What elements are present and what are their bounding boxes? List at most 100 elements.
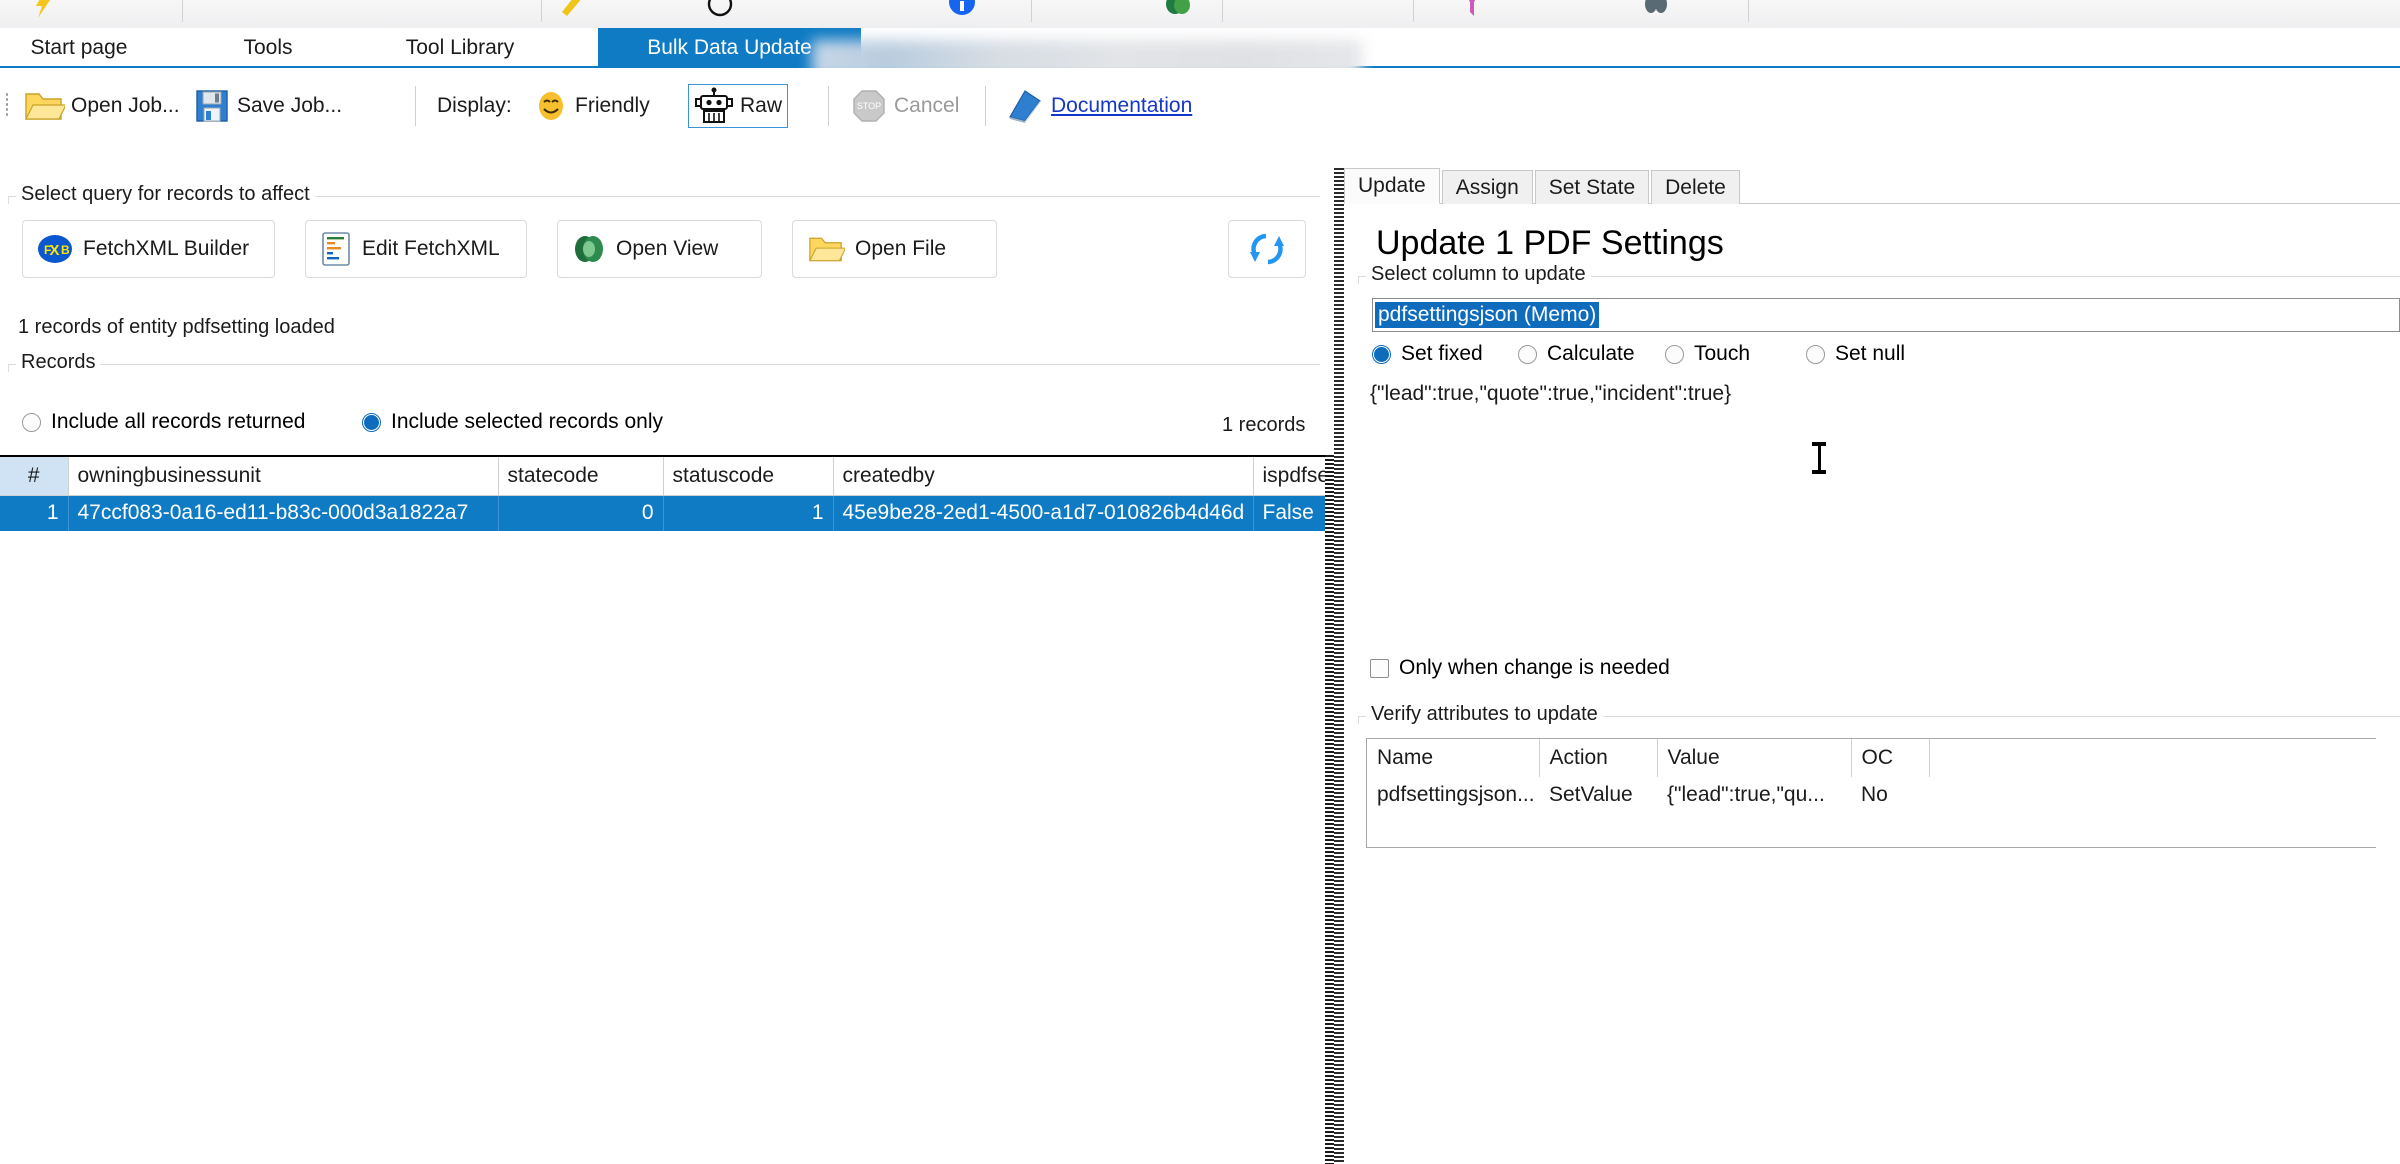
ribbon-separator — [1222, 0, 1223, 22]
clock-icon[interactable] — [700, 0, 740, 20]
grid-col-owningbusinessunit[interactable]: owningbusinessunit — [68, 457, 499, 496]
grid-col-statuscode[interactable]: statuscode — [663, 457, 834, 496]
green-blob-icon[interactable] — [1158, 0, 1198, 20]
grid-col-ispdfsetting[interactable]: ispdfse — [1253, 457, 1325, 496]
verify-col-name[interactable]: Name — [1367, 739, 1540, 777]
tab-tools[interactable]: Tools — [228, 28, 308, 68]
tab-assign[interactable]: Assign — [1441, 170, 1533, 204]
radio-indicator — [1665, 344, 1684, 364]
radio-indicator — [1372, 344, 1391, 364]
cell-createdby: 45e9be28-2ed1-4500-a1d7-010826b4d46d — [833, 495, 1254, 531]
only-when-change-checkbox[interactable]: Only when change is needed — [1370, 656, 1670, 680]
cell-ispdfsetting: False — [1253, 495, 1325, 531]
query-groupbox-edge — [8, 196, 9, 204]
mode-set-null-radio[interactable]: Set null — [1806, 342, 1905, 366]
smiley-icon — [539, 92, 563, 120]
verify-cell-oc: No — [1861, 783, 1888, 806]
records-grid[interactable]: # owningbusinessunit statecode statuscod… — [0, 455, 1325, 1164]
pink-funnel-icon[interactable] — [1452, 0, 1492, 20]
verify-col-action[interactable]: Action — [1539, 739, 1658, 777]
verify-groupbox-label: Verify attributes to update — [1366, 703, 1603, 726]
verify-attributes-table: Name Action Value OC pdfsettingsjson... … — [1367, 739, 2376, 813]
documentation-link[interactable]: Documentation — [1000, 82, 1197, 130]
tab-set-state[interactable]: Set State — [1534, 170, 1650, 204]
column-select-combobox[interactable]: pdfsettingsjson (Memo) — [1372, 298, 2400, 332]
records-count-label: 1 records — [1222, 414, 1306, 436]
include-all-records-radio[interactable]: Include all records returned — [22, 410, 305, 434]
open-view-button[interactable]: Open View — [557, 220, 762, 278]
documentation-label: Documentation — [1051, 94, 1193, 117]
edit-fetchxml-label: Edit FetchXML — [362, 237, 500, 260]
grid-col-createdby[interactable]: createdby — [833, 457, 1254, 496]
fetchxml-builder-button[interactable]: F X B FetchXML Builder — [22, 220, 275, 278]
refresh-button[interactable] — [1228, 220, 1306, 278]
friendly-button[interactable]: Friendly — [528, 82, 655, 130]
ribbon-separator — [541, 0, 542, 22]
tab-start-page[interactable]: Start page — [20, 28, 138, 68]
mode-set-fixed-radio[interactable]: Set fixed — [1372, 342, 1483, 366]
right-panel: Update Assign Set State Delete Update 1 … — [1344, 168, 2400, 1164]
open-job-button[interactable]: Open Job... — [18, 82, 185, 130]
people-icon[interactable] — [1636, 0, 1676, 20]
ribbon-separator — [182, 0, 183, 22]
panel-splitter[interactable] — [1334, 168, 1344, 1164]
raw-label: Raw — [740, 94, 783, 117]
tab-delete[interactable]: Delete — [1651, 170, 1740, 204]
checkbox-indicator — [1370, 658, 1389, 678]
text-cursor — [1812, 442, 1826, 474]
save-job-label: Save Job... — [237, 94, 343, 117]
folder-icon — [809, 237, 845, 262]
app-window: Start page Tools Tool Library Bulk Data … — [0, 0, 2400, 1164]
mode-touch-label: Touch — [1694, 342, 1751, 365]
include-all-records-label: Include all records returned — [51, 410, 306, 433]
open-job-label: Open Job... — [71, 94, 180, 117]
grid-col-statecode[interactable]: statecode — [498, 457, 664, 496]
cancel-button[interactable]: STOP Cancel — [845, 82, 964, 130]
fixed-value-textarea[interactable]: {"lead":true,"quote":true,"incident":tru… — [1366, 380, 2400, 610]
cell-statecode: 0 — [498, 495, 664, 531]
mode-calculate-label: Calculate — [1547, 342, 1635, 365]
toolbar-drag-grip[interactable] — [5, 92, 9, 118]
verify-attributes-grid[interactable]: Name Action Value OC pdfsettingsjson... … — [1366, 738, 2376, 848]
tab-update[interactable]: Update — [1344, 168, 1440, 204]
radio-indicator — [362, 412, 381, 432]
open-file-label: Open File — [855, 237, 947, 260]
include-selected-records-label: Include selected records only — [391, 410, 663, 433]
open-file-button[interactable]: Open File — [792, 220, 997, 278]
verify-col-pad[interactable] — [1929, 739, 2376, 777]
verify-col-oc[interactable]: OC — [1851, 739, 1930, 777]
right-tabstrip: Update Assign Set State Delete — [1344, 168, 1742, 204]
records-grid-table: # owningbusinessunit statecode statuscod… — [0, 457, 1325, 531]
select-column-groupbox-edge — [1358, 276, 1359, 284]
tab-tool-library[interactable]: Tool Library — [390, 28, 530, 68]
cutoff-ribbon-strip — [0, 0, 2400, 28]
update-tab-body: Update 1 PDF Settings Select column to u… — [1344, 204, 2400, 1164]
radio-indicator — [1518, 344, 1537, 364]
cell-owningbusinessunit: 47ccf083-0a16-ed11-b83c-000d3a1822a7 — [68, 495, 499, 531]
column-select-value: pdfsettingsjson (Memo) — [1375, 302, 1600, 328]
verify-header-row: Name Action Value OC — [1367, 739, 2376, 777]
svg-text:STOP: STOP — [857, 101, 881, 111]
grid-col-index[interactable]: # — [0, 457, 69, 496]
mode-calculate-radio[interactable]: Calculate — [1518, 342, 1635, 366]
select-column-groupbox-label: Select column to update — [1366, 263, 1591, 286]
records-groupbox-line — [8, 364, 1320, 365]
wrench-icon[interactable] — [552, 0, 592, 20]
cancel-label: Cancel — [894, 94, 960, 117]
table-row[interactable]: pdfsettingsjson... SetValue {"lead":true… — [1367, 777, 2376, 813]
radio-indicator — [1806, 344, 1825, 364]
lightning-icon[interactable] — [22, 0, 62, 20]
select-column-groupbox: Select column to update — [1358, 263, 2400, 286]
folder-open-icon — [25, 93, 65, 120]
info-icon[interactable] — [942, 0, 982, 20]
edit-fetchxml-button[interactable]: Edit FetchXML — [305, 220, 527, 278]
raw-button[interactable]: Raw — [688, 84, 789, 128]
records-groupbox-edge — [8, 364, 9, 372]
fetchxml-builder-label: FetchXML Builder — [83, 237, 250, 260]
include-selected-records-radio[interactable]: Include selected records only — [362, 410, 663, 434]
save-job-button[interactable]: Save Job... — [188, 82, 347, 130]
only-when-change-label: Only when change is needed — [1399, 656, 1670, 679]
mode-touch-radio[interactable]: Touch — [1665, 342, 1750, 366]
verify-col-value[interactable]: Value — [1657, 739, 1852, 777]
table-row[interactable]: 1 47ccf083-0a16-ed11-b83c-000d3a1822a7 0… — [0, 495, 1325, 531]
